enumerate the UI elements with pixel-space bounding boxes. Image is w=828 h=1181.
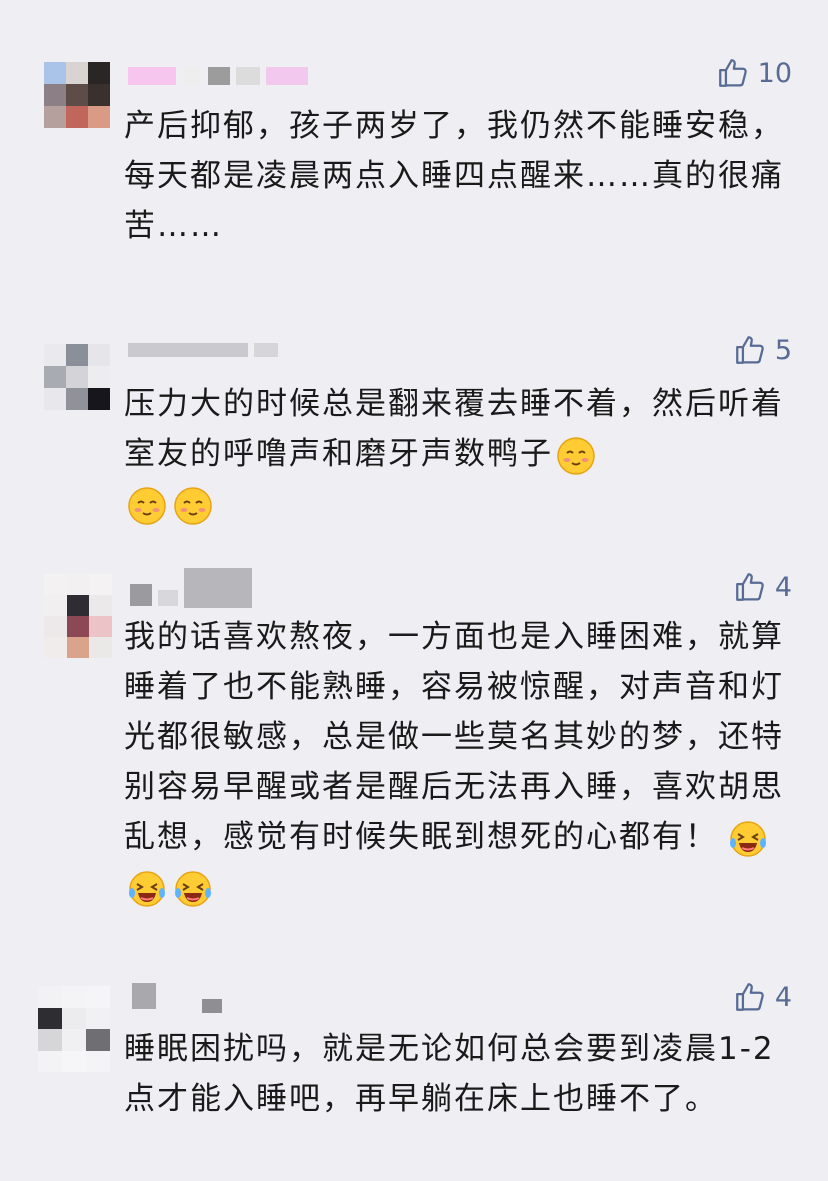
- like-count: 4: [774, 571, 792, 603]
- nickname-blurred[interactable]: [132, 982, 228, 1013]
- laugh-tears-emoji: [129, 870, 165, 907]
- smile-blush-emoji: [174, 486, 212, 525]
- like-count: 10: [757, 57, 792, 89]
- nickname-blurred[interactable]: [130, 568, 258, 608]
- thumbs-up-icon: [735, 983, 764, 1011]
- nickname-blurred[interactable]: [128, 62, 314, 90]
- thumbs-up-icon: [718, 59, 747, 87]
- smile-blush-emoji: [128, 486, 166, 525]
- laugh-tears-emoji: [175, 870, 211, 907]
- like-button[interactable]: 4: [733, 980, 792, 1014]
- like-button[interactable]: 10: [716, 56, 792, 90]
- like-button[interactable]: 5: [733, 333, 792, 367]
- avatar[interactable]: [44, 344, 110, 410]
- comment-text: 睡眠困扰吗，就是无论如何总会要到凌晨1-2点才能入睡吧，再早躺在床上也睡不了。: [124, 1031, 775, 1117]
- nickname-blurred[interactable]: [128, 336, 284, 364]
- like-count: 4: [774, 981, 792, 1013]
- thumbs-up-icon: [735, 336, 764, 364]
- smile-blush-emoji: [557, 436, 595, 475]
- comment-text: 我的话喜欢熬夜，一方面也是入睡困难，就算睡着了也不能熟睡，容易被惊醒，对声音和灯…: [124, 612, 792, 912]
- avatar[interactable]: [44, 574, 112, 658]
- comment-text: 压力大的时候总是翻来覆去睡不着，然后听着室友的呼噜声和磨牙声数鸭子: [124, 379, 792, 529]
- avatar[interactable]: [44, 62, 110, 128]
- avatar[interactable]: [38, 986, 110, 1072]
- laugh-tears-emoji: [730, 820, 766, 857]
- thumbs-up-icon: [735, 573, 764, 601]
- like-count: 5: [774, 334, 792, 366]
- comment-text: 产后抑郁，孩子两岁了，我仍然不能睡安稳，每天都是凌晨两点入睡四点醒来……真的很痛…: [124, 108, 784, 244]
- like-button[interactable]: 4: [733, 570, 792, 604]
